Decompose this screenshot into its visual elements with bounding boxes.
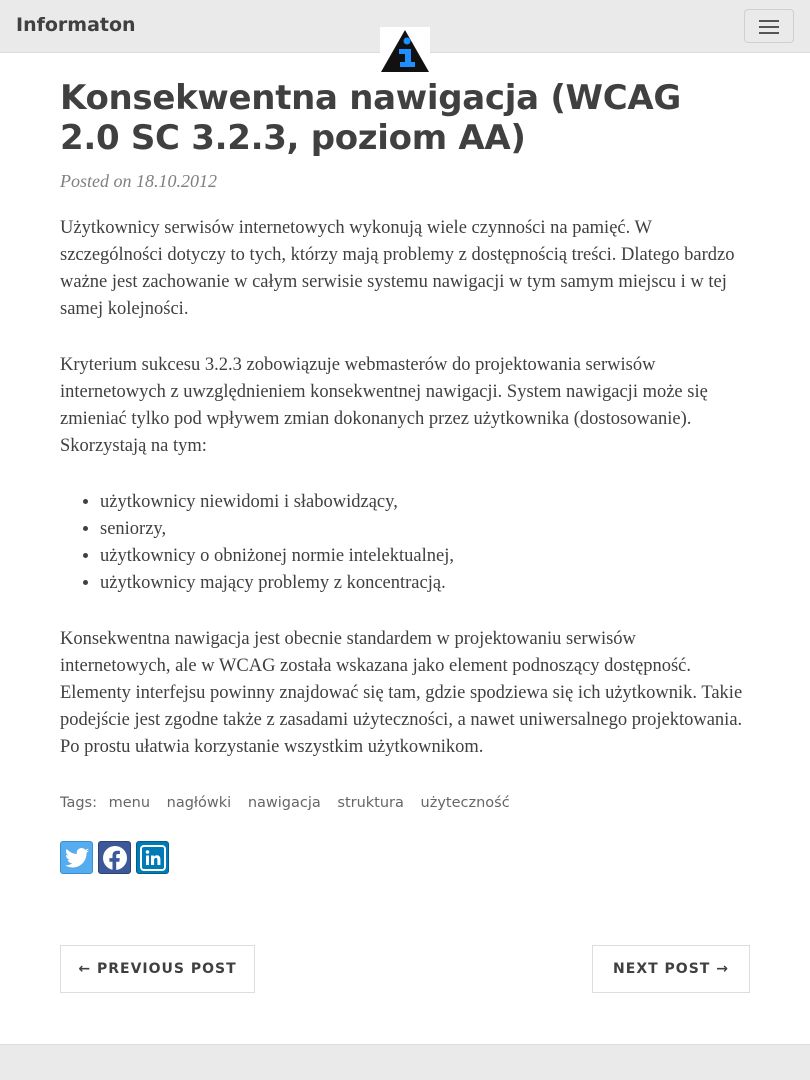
post-title: Konsekwentna nawigacja (WCAG 2.0 SC 3.2.… <box>60 78 682 158</box>
list-item: seniorzy, <box>100 516 750 543</box>
hamburger-icon <box>759 32 779 34</box>
twitter-share-button[interactable] <box>60 841 93 874</box>
linkedin-share-button[interactable] <box>136 841 169 874</box>
hamburger-icon <box>759 26 779 28</box>
info-triangle-logo-icon[interactable] <box>380 27 430 73</box>
hamburger-icon <box>759 20 779 22</box>
tag-link[interactable]: menu <box>109 795 150 811</box>
tag-link[interactable]: struktura <box>337 795 404 811</box>
facebook-share-button[interactable] <box>98 841 131 874</box>
post-paragraph: Użytkownicy serwisów internetowych wykon… <box>60 218 735 319</box>
beneficiaries-list: użytkownicy niewidomi i słabowidzący, se… <box>60 489 750 597</box>
brand-link[interactable]: Informaton <box>16 14 136 36</box>
list-item: użytkownicy o obniżonej normie intelektu… <box>100 543 750 570</box>
tag-link[interactable]: użyteczność <box>421 795 510 811</box>
post-paragraph: Konsekwentna nawigacja jest obecnie stan… <box>60 629 743 757</box>
share-buttons <box>60 841 750 874</box>
post-paragraph: Kryterium sukcesu 3.2.3 zobowiązuje webm… <box>60 355 708 456</box>
tag-link[interactable]: nawigacja <box>248 795 321 811</box>
page-footer <box>0 1044 810 1080</box>
facebook-icon <box>102 845 127 871</box>
post-container: Konsekwentna nawigacja (WCAG 2.0 SC 3.2.… <box>60 78 750 874</box>
tags-label: Tags: <box>60 795 97 811</box>
next-post-button[interactable]: NEXT POST → <box>592 945 750 993</box>
menu-toggle-button[interactable] <box>744 9 794 43</box>
linkedin-icon <box>139 844 166 871</box>
tag-link[interactable]: nagłówki <box>167 795 232 811</box>
tags-row: Tags: menu nagłówki nawigacja struktura … <box>60 795 750 811</box>
list-item: użytkownicy mający problemy z koncentrac… <box>100 570 750 597</box>
post-meta: Posted on 18.10.2012 <box>60 171 217 191</box>
list-item: użytkownicy niewidomi i słabowidzący, <box>100 489 750 516</box>
previous-post-button[interactable]: ← PREVIOUS POST <box>60 945 255 993</box>
twitter-icon <box>64 847 89 867</box>
